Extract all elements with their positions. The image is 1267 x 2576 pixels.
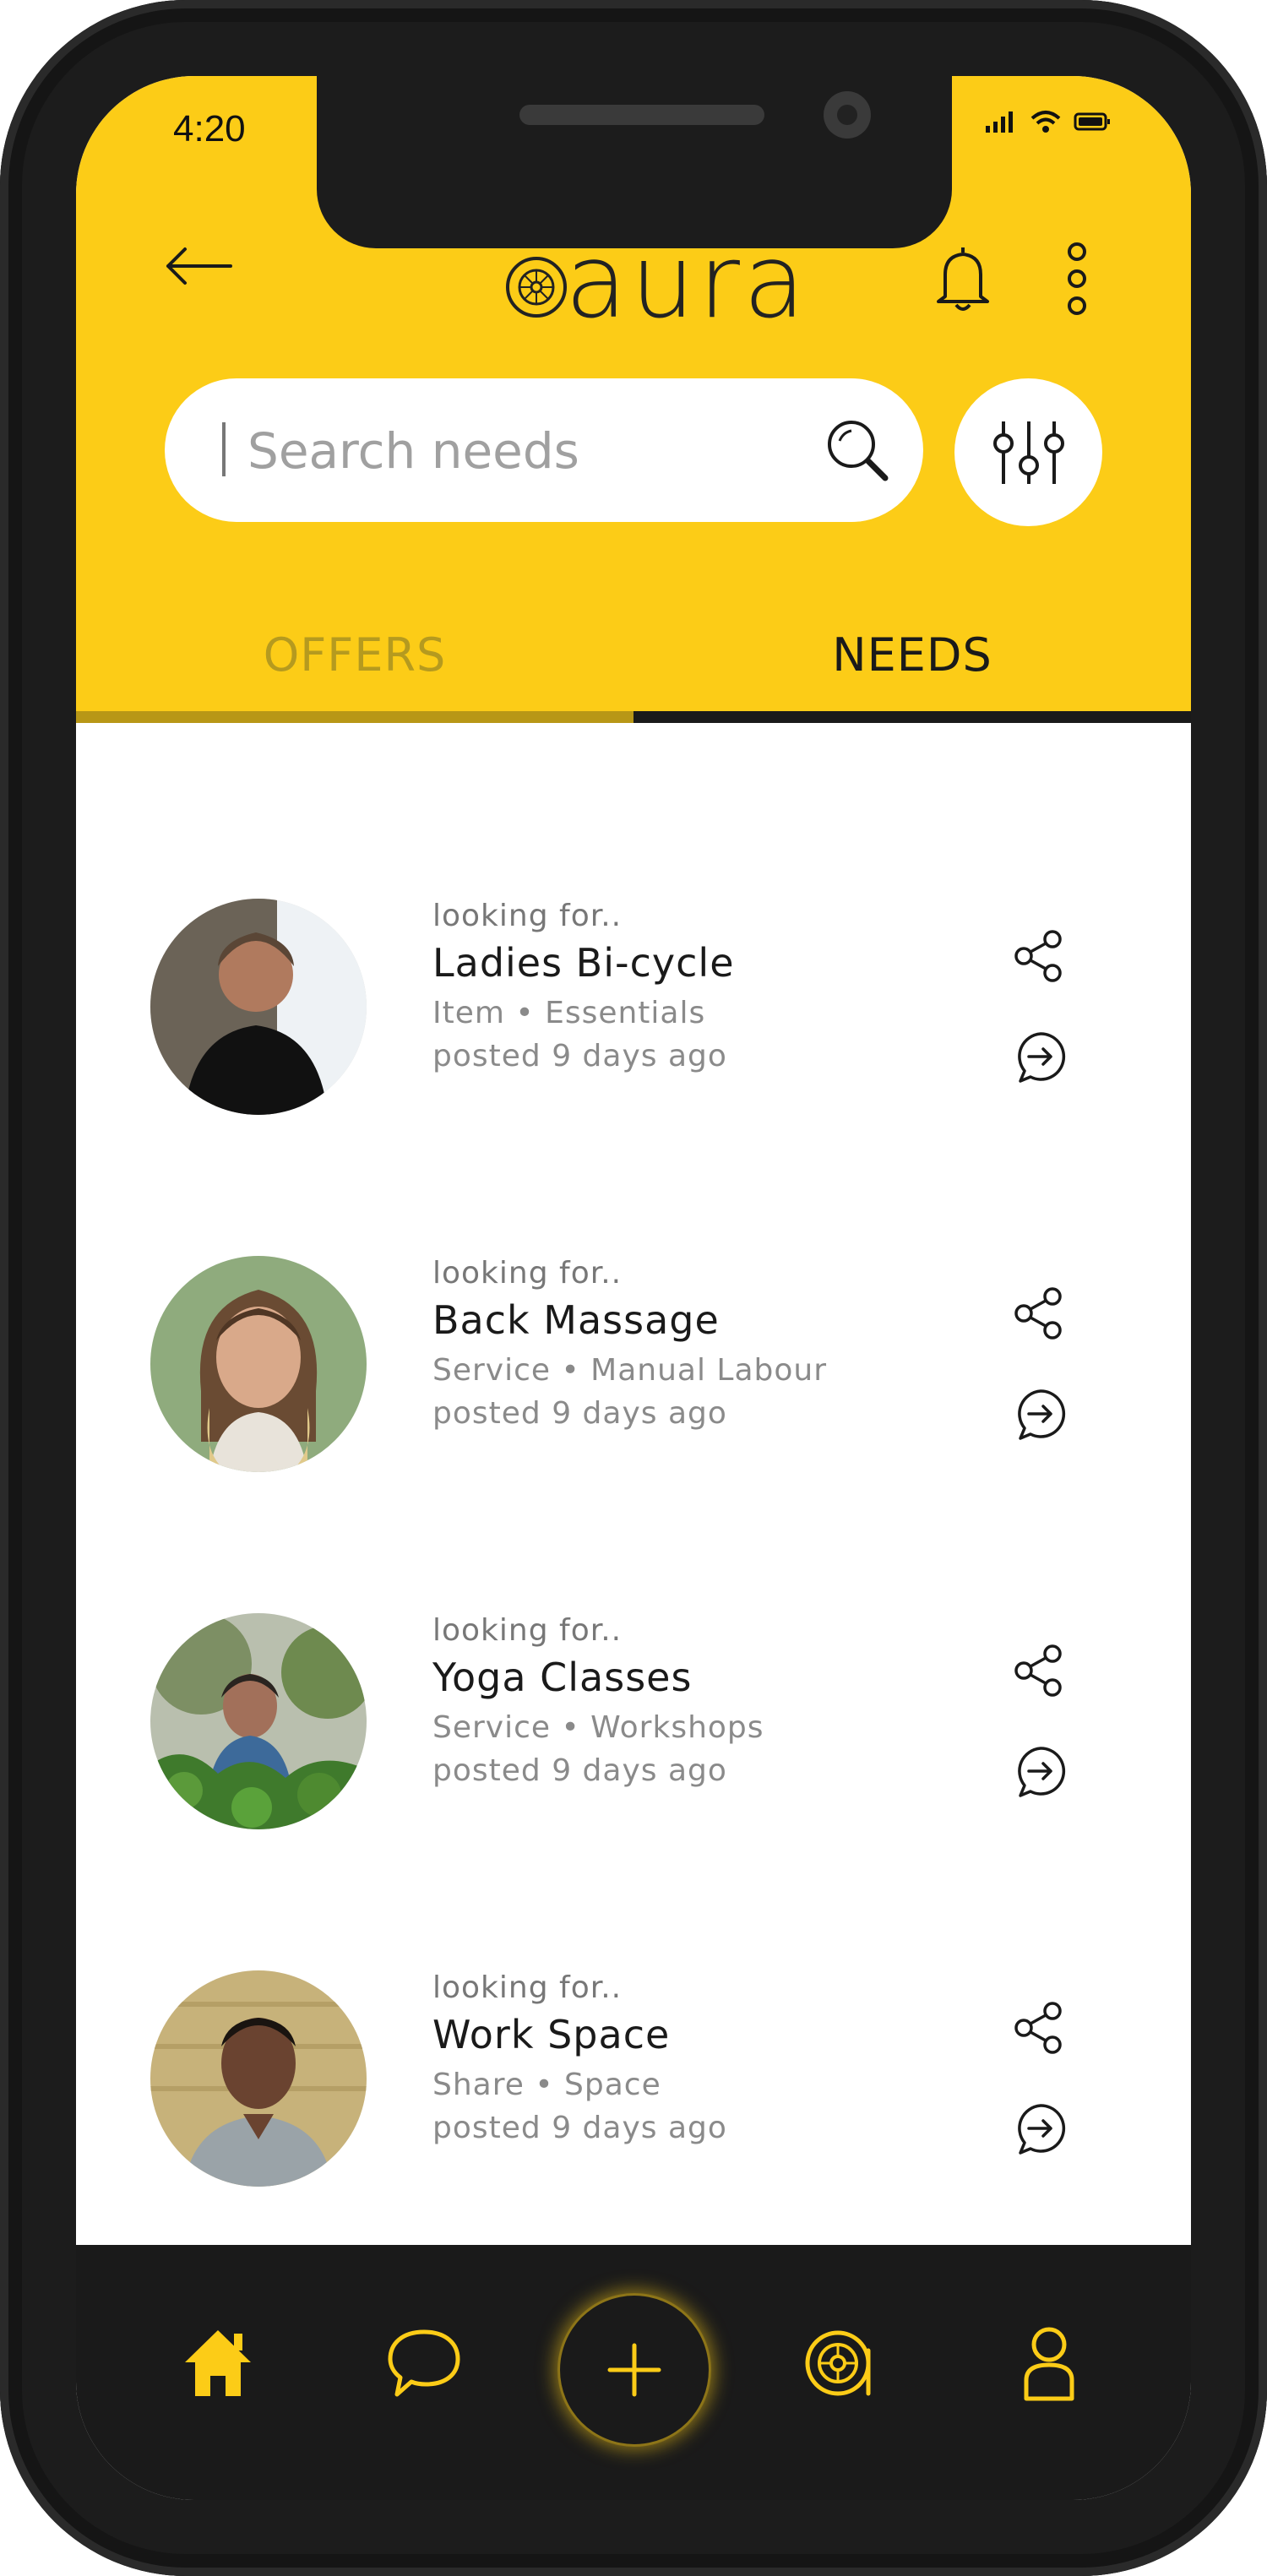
list-item[interactable]: looking for.. Back Massage Service • Man… (76, 1256, 1191, 1509)
filter-button[interactable] (954, 378, 1102, 526)
more-menu-button[interactable] (1052, 236, 1102, 321)
header: 4:20 aura Search needs OFFERS NEEDS (76, 76, 1191, 718)
app-logo: aura (503, 232, 808, 334)
item-title: Back Massage (432, 1297, 720, 1343)
wifi-icon (1030, 111, 1061, 133)
item-text: looking for.. Back Massage Service • Man… (432, 1256, 827, 1431)
share-button[interactable] (1014, 1644, 1064, 1701)
item-posted-time: posted 9 days ago (432, 2111, 727, 2145)
avatar-photo (150, 1970, 367, 2187)
tab-needs-indicator (634, 711, 1191, 723)
list-item[interactable]: looking for.. Work Space Share • Space p… (76, 1970, 1191, 2224)
chat-arrow-icon (1018, 1747, 1066, 1797)
item-text: looking for.. Work Space Share • Space p… (432, 1970, 727, 2145)
tab-bar: OFFERS NEEDS (76, 608, 1191, 718)
search-icon (828, 421, 889, 481)
bell-icon (937, 247, 989, 311)
avatar (150, 1613, 367, 1829)
share-icon (1014, 1644, 1062, 1697)
avatar (150, 1970, 367, 2187)
item-category: Service • Manual Labour (432, 1353, 828, 1388)
item-posted-time: posted 9 days ago (432, 1396, 727, 1431)
aura-logo-icon (506, 257, 567, 318)
item-title: Ladies Bi-cycle (432, 940, 735, 986)
tab-offers-indicator (76, 711, 634, 723)
item-posted-time: posted 9 days ago (432, 1753, 727, 1788)
chat-bubble-icon (388, 2329, 460, 2397)
signal-icon (986, 111, 1013, 133)
battery-icon (1074, 112, 1110, 131)
nav-home[interactable] (167, 2312, 269, 2414)
nav-messages[interactable] (373, 2312, 475, 2414)
chat-arrow-icon (1018, 1389, 1066, 1440)
item-text: looking for.. Yoga Classes Service • Wor… (432, 1613, 764, 1788)
item-title: Yoga Classes (432, 1655, 693, 1700)
nav-aura[interactable] (792, 2312, 894, 2414)
item-text: looking for.. Ladies Bi-cycle Item • Ess… (432, 899, 735, 1073)
aura-icon (805, 2330, 871, 2396)
reply-button[interactable] (1014, 1388, 1068, 1445)
back-button[interactable] (156, 232, 241, 300)
logo-text: aura (565, 224, 809, 341)
app-screen: 4:20 aura Search needs OFFERS NEEDS look… (76, 76, 1191, 2500)
list-item[interactable]: looking for.. Ladies Bi-cycle Item • Ess… (76, 899, 1191, 1152)
share-icon (1014, 2002, 1062, 2054)
item-prefix: looking for.. (432, 1970, 623, 2005)
notifications-button[interactable] (929, 236, 997, 321)
more-vertical-icon (1068, 242, 1086, 315)
chat-arrow-icon (1018, 1032, 1066, 1083)
profile-icon (1024, 2327, 1074, 2401)
phone-frame: 4:20 aura Search needs OFFERS NEEDS look… (0, 0, 1267, 2576)
item-posted-time: posted 9 days ago (432, 1039, 727, 1073)
notch (317, 76, 952, 248)
search-button[interactable] (819, 412, 895, 492)
search-input[interactable] (215, 412, 832, 490)
plus-icon (607, 2343, 661, 2397)
item-prefix: looking for.. (432, 1613, 623, 1648)
reply-button[interactable] (1014, 1030, 1068, 1088)
home-icon (185, 2330, 251, 2396)
arrow-left-icon (166, 247, 232, 285)
share-button[interactable] (1014, 2001, 1064, 2058)
sliders-icon (992, 421, 1064, 484)
chat-arrow-icon (1018, 2104, 1066, 2155)
share-icon (1014, 1287, 1062, 1340)
reply-button[interactable] (1014, 1745, 1068, 1802)
search-bar (165, 378, 923, 522)
item-category: Share • Space (432, 2068, 661, 2102)
share-button[interactable] (1014, 929, 1064, 986)
status-icons (984, 110, 1111, 133)
status-time: 4:20 (173, 108, 246, 149)
list-item[interactable]: looking for.. Yoga Classes Service • Wor… (76, 1613, 1191, 1867)
share-icon (1014, 930, 1062, 982)
add-button[interactable] (560, 2296, 709, 2444)
avatar (150, 1256, 367, 1472)
item-prefix: looking for.. (432, 899, 623, 933)
avatar-photo (150, 1256, 367, 1472)
avatar-photo (150, 1613, 367, 1829)
tab-offers[interactable]: OFFERS (76, 608, 634, 701)
item-title: Work Space (432, 2012, 671, 2057)
avatar-photo (150, 899, 367, 1115)
front-camera (824, 91, 871, 139)
avatar (150, 899, 367, 1115)
item-prefix: looking for.. (432, 1256, 623, 1291)
nav-profile[interactable] (998, 2312, 1100, 2414)
share-button[interactable] (1014, 1286, 1064, 1344)
tab-needs[interactable]: NEEDS (634, 608, 1191, 701)
reply-button[interactable] (1014, 2102, 1068, 2160)
speaker (519, 105, 764, 125)
item-category: Item • Essentials (432, 996, 706, 1030)
bottom-nav (76, 2245, 1191, 2500)
item-category: Service • Workshops (432, 1710, 764, 1745)
